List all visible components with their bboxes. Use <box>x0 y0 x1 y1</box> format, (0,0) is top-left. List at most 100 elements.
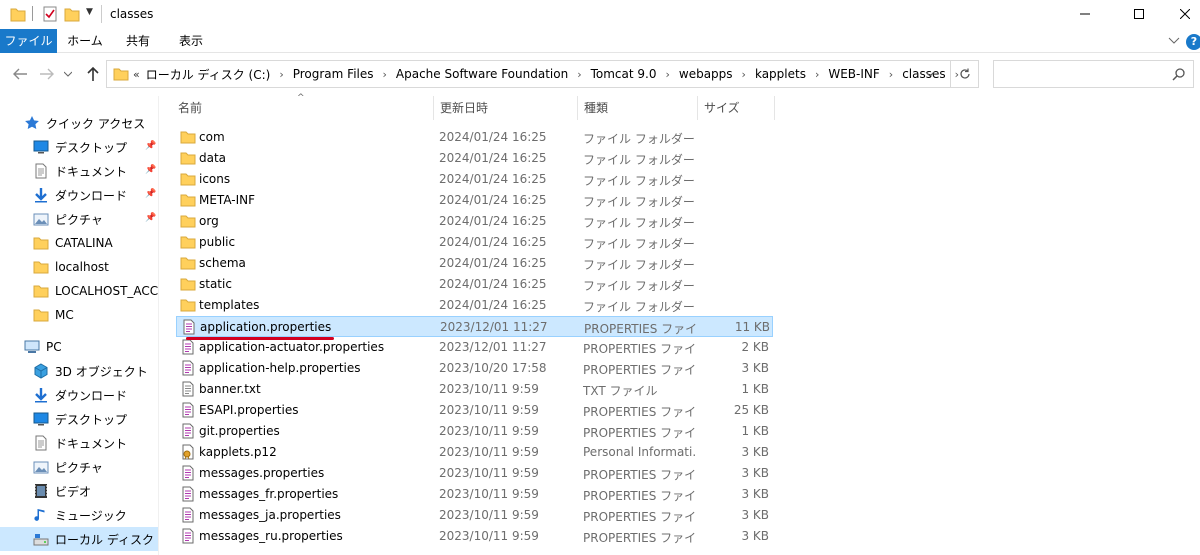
back-button[interactable] <box>11 65 29 83</box>
sidebar-item[interactable]: ドキュメント 📌 <box>0 159 158 183</box>
properties-icon[interactable] <box>42 5 58 23</box>
breadcrumb-chevron-icon[interactable]: › <box>383 68 387 81</box>
navigation-pane: クイック アクセス デスクトップ 📌 ドキュメント 📌 ダウンロード 📌 ピクチャ 📌 CATAL… <box>0 96 158 555</box>
file-row[interactable]: git.properties 2023/10/11 9:59 PROPERTIES … <box>176 421 773 442</box>
properties-file-icon <box>180 465 196 481</box>
tab-file[interactable]: ファイル <box>0 29 57 53</box>
file-name: ESAPI.properties <box>199 403 299 417</box>
sidebar-item[interactable]: ピクチャ 📌 <box>0 207 158 231</box>
file-type: ファイル フォルダー <box>583 153 695 167</box>
search-input[interactable] <box>993 60 1194 88</box>
annotation-underline <box>186 337 334 340</box>
maximize-button[interactable] <box>1116 0 1162 28</box>
file-row[interactable]: application-help.properties 2023/10/20 17… <box>176 358 773 379</box>
close-button[interactable] <box>1162 0 1200 28</box>
file-row[interactable]: banner.txt 2023/10/11 9:59 TXT ファイル 1 KB <box>176 379 773 400</box>
breadcrumb-item[interactable]: classes <box>902 67 945 81</box>
file-name: templates <box>199 298 260 312</box>
breadcrumb-chevron-icon[interactable]: › <box>815 68 819 81</box>
file-type: ファイル フォルダー <box>583 279 695 293</box>
folder-icon[interactable] <box>10 5 26 23</box>
sidebar-item[interactable]: LOCALHOST_ACCES <box>0 279 158 303</box>
column-header-name[interactable]: 名前 <box>172 96 429 120</box>
file-size: 3 KB <box>741 487 769 501</box>
folder-icon <box>33 259 49 275</box>
file-row[interactable]: application.properties 2023/12/01 11:27 PR… <box>176 316 773 337</box>
minimize-button[interactable] <box>1062 0 1108 28</box>
breadcrumb-chevron-icon[interactable]: › <box>889 68 893 81</box>
sidebar-item[interactable]: ダウンロード 📌 <box>0 183 158 207</box>
sidebar-item[interactable]: ピクチャ <box>0 455 158 479</box>
recent-locations-button[interactable] <box>62 65 74 83</box>
minimize-icon <box>1080 13 1090 15</box>
tab-home[interactable]: ホーム <box>60 29 110 53</box>
sidebar-item-label: ダウンロード <box>55 388 128 403</box>
file-row[interactable]: data 2024/01/24 16:25 ファイル フォルダー <box>176 148 773 169</box>
address-bar[interactable]: « ローカル ディスク (C:) › Program Files › Apache So… <box>106 60 959 88</box>
sidebar-item[interactable]: ドキュメント <box>0 431 158 455</box>
breadcrumb-item[interactable]: Apache Software Foundation <box>396 67 568 81</box>
file-name: public <box>199 235 236 249</box>
file-size: 25 KB <box>733 403 769 417</box>
picture-icon <box>33 211 49 227</box>
breadcrumb-chevron-icon[interactable]: › <box>577 68 581 81</box>
expand-ribbon-icon[interactable] <box>1168 34 1180 46</box>
chevron-down-icon[interactable] <box>925 69 935 79</box>
sidebar-item[interactable]: ミュージック <box>0 503 158 527</box>
star-icon <box>24 115 40 131</box>
file-row[interactable]: messages_ru.properties 2023/10/11 9:59 PRO… <box>176 526 773 547</box>
file-row[interactable]: icons 2024/01/24 16:25 ファイル フォルダー <box>176 169 773 190</box>
file-name: messages_fr.properties <box>199 487 339 501</box>
breadcrumb-item[interactable]: WEB-INF <box>828 67 879 81</box>
file-row[interactable]: application-actuator.properties 2023/12/0… <box>176 337 773 358</box>
sidebar-item[interactable]: デスクトップ <box>0 407 158 431</box>
certificate-file-icon <box>180 444 196 460</box>
file-row[interactable]: ESAPI.properties 2023/10/11 9:59 PROPERTIE… <box>176 400 773 421</box>
up-button[interactable] <box>84 65 102 83</box>
tab-view[interactable]: 表示 <box>166 29 216 53</box>
breadcrumb-chevron-icon[interactable]: › <box>665 68 669 81</box>
breadcrumb-item[interactable]: Tomcat 9.0 <box>591 67 657 81</box>
column-header-size[interactable]: サイズ <box>697 96 775 120</box>
customize-quick-access-icon[interactable]: ▼ <box>86 7 93 17</box>
file-date: 2024/01/24 16:25 <box>439 172 547 186</box>
sidebar-item[interactable]: localhost <box>0 255 158 279</box>
sidebar-item[interactable]: MC <box>0 303 158 327</box>
sidebar-item[interactable]: ビデオ <box>0 479 158 503</box>
sidebar-item[interactable]: CATALINA <box>0 231 158 255</box>
document-icon <box>33 435 49 451</box>
breadcrumb-chevron-icon[interactable]: › <box>742 68 746 81</box>
breadcrumb-item[interactable]: kapplets <box>755 67 806 81</box>
file-row[interactable]: schema 2024/01/24 16:25 ファイル フォルダー <box>176 253 773 274</box>
sidebar-item[interactable]: デスクトップ 📌 <box>0 135 158 159</box>
file-row[interactable]: messages_fr.properties 2023/10/11 9:59 PRO… <box>176 484 773 505</box>
new-folder-icon[interactable] <box>64 5 80 23</box>
sidebar-item[interactable]: 3D オブジェクト <box>0 359 158 383</box>
breadcrumb-item[interactable]: webapps <box>679 67 733 81</box>
breadcrumb-chevron-icon[interactable]: › <box>279 68 283 81</box>
file-row[interactable]: com 2024/01/24 16:25 ファイル フォルダー <box>176 127 773 148</box>
file-row[interactable]: META-INF 2024/01/24 16:25 ファイル フォルダー <box>176 190 773 211</box>
refresh-button[interactable] <box>951 60 979 88</box>
tab-share[interactable]: 共有 <box>113 29 163 53</box>
forward-button[interactable] <box>38 65 56 83</box>
sidebar-item[interactable]: ローカル ディスク (C:) <box>0 527 158 551</box>
file-row[interactable]: public 2024/01/24 16:25 ファイル フォルダー <box>176 232 773 253</box>
folder-icon <box>180 297 196 313</box>
file-row[interactable]: kapplets.p12 2023/10/11 9:59 Personal Info… <box>176 442 773 463</box>
column-header-type[interactable]: 種類 <box>577 96 697 120</box>
file-date: 2024/01/24 16:25 <box>439 277 547 291</box>
file-row[interactable]: org 2024/01/24 16:25 ファイル フォルダー <box>176 211 773 232</box>
breadcrumb-overflow[interactable]: « <box>133 68 140 81</box>
breadcrumb-item[interactable]: ローカル ディスク (C:) <box>146 66 271 83</box>
sidebar-item[interactable]: クイック アクセス <box>0 111 158 135</box>
help-icon[interactable]: ? <box>1186 34 1200 50</box>
file-row[interactable]: messages_ja.properties 2023/10/11 9:59 PRO… <box>176 505 773 526</box>
file-row[interactable]: messages.properties 2023/10/11 9:59 PROPER… <box>176 463 773 484</box>
column-header-date[interactable]: 更新日時 <box>433 96 573 120</box>
file-row[interactable]: static 2024/01/24 16:25 ファイル フォルダー <box>176 274 773 295</box>
sidebar-item[interactable]: ダウンロード <box>0 383 158 407</box>
sidebar-item[interactable]: PC <box>0 335 158 359</box>
file-row[interactable]: templates 2024/01/24 16:25 ファイル フォルダー <box>176 295 773 316</box>
breadcrumb-item[interactable]: Program Files <box>293 67 374 81</box>
